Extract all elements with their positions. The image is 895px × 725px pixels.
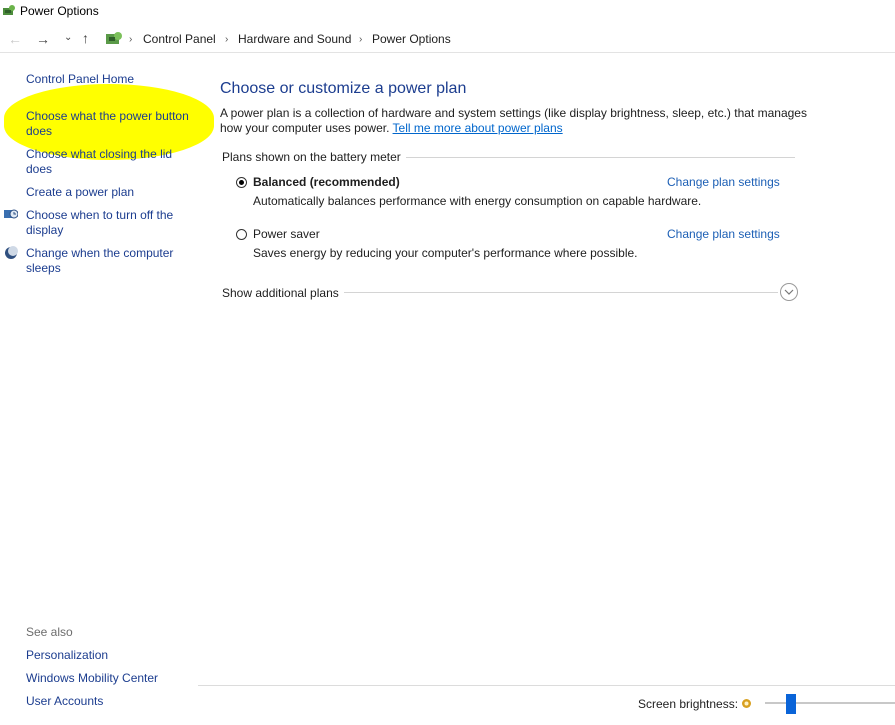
task-label-line2: does bbox=[26, 162, 53, 176]
control-panel-icon bbox=[106, 32, 122, 44]
screen-brightness-label: Screen brightness: bbox=[638, 697, 739, 711]
windows-mobility-center-link[interactable]: Windows Mobility Center bbox=[26, 671, 158, 686]
breadcrumb-power-options[interactable]: Power Options bbox=[372, 32, 451, 46]
balanced-change-plan-settings-link[interactable]: Change plan settings bbox=[667, 175, 780, 189]
battery-meter-group-header: Plans shown on the battery meter bbox=[222, 150, 401, 164]
title-bar: Power Options bbox=[0, 0, 895, 24]
user-accounts-link[interactable]: User Accounts bbox=[26, 694, 103, 709]
brightness-sun-icon bbox=[742, 699, 751, 708]
control-panel-home-link[interactable]: Control Panel Home bbox=[26, 72, 134, 87]
intro-paragraph: A power plan is a collection of hardware… bbox=[220, 106, 810, 136]
power-saver-plan-description: Saves energy by reducing your computer's… bbox=[253, 246, 638, 260]
task-label-line2: does bbox=[26, 124, 53, 138]
power-saver-plan-name[interactable]: Power saver bbox=[253, 227, 320, 241]
expand-additional-plans-button[interactable] bbox=[780, 283, 798, 301]
chevron-down-icon[interactable]: ⌄ bbox=[64, 32, 72, 43]
power-saver-radio[interactable] bbox=[236, 229, 247, 240]
power-saver-change-plan-settings-link[interactable]: Change plan settings bbox=[667, 227, 780, 241]
breadcrumb-separator: › bbox=[359, 34, 363, 45]
breadcrumb-separator: › bbox=[225, 34, 229, 45]
task-label-line1: Create a power plan bbox=[26, 185, 135, 199]
choose-closing-lid-link[interactable]: Choose what closing the lid does bbox=[26, 147, 172, 177]
change-computer-sleeps-link[interactable]: Change when the computer sleeps bbox=[26, 246, 173, 276]
balanced-radio[interactable] bbox=[236, 177, 247, 188]
task-label-line2: display bbox=[26, 223, 64, 237]
breadcrumb-control-panel[interactable]: Control Panel bbox=[143, 32, 216, 46]
turn-off-display-link[interactable]: Choose when to turn off the display bbox=[26, 208, 173, 238]
balanced-plan-name[interactable]: Balanced (recommended) bbox=[253, 175, 400, 189]
group-divider bbox=[406, 157, 795, 158]
task-label-line1: Choose what the power button bbox=[26, 109, 189, 123]
personalization-link[interactable]: Personalization bbox=[26, 648, 108, 663]
additional-plans-divider bbox=[344, 292, 778, 293]
task-label-line1: Choose when to turn off the bbox=[26, 208, 174, 222]
breadcrumb-hardware-and-sound[interactable]: Hardware and Sound bbox=[238, 32, 351, 46]
power-options-icon bbox=[3, 5, 15, 15]
window-title: Power Options bbox=[20, 4, 99, 18]
display-clock-icon bbox=[4, 209, 18, 219]
task-label-line2: sleeps bbox=[26, 261, 61, 275]
brightness-slider-thumb[interactable] bbox=[786, 694, 796, 714]
create-power-plan-link[interactable]: Create a power plan bbox=[26, 185, 134, 200]
chevron-down-icon bbox=[784, 289, 794, 295]
back-arrow-icon[interactable]: ← bbox=[8, 31, 22, 47]
brightness-slider-track[interactable] bbox=[765, 702, 895, 704]
footer-divider bbox=[198, 685, 895, 686]
page-title: Choose or customize a power plan bbox=[220, 80, 467, 97]
show-additional-plans-label[interactable]: Show additional plans bbox=[222, 286, 339, 300]
forward-arrow-icon[interactable]: → bbox=[36, 31, 50, 47]
task-label-line1: Choose what closing the lid bbox=[26, 147, 173, 161]
navigation-bar: ← → ⌄ ↑ › Control Panel › Hardware and S… bbox=[0, 26, 895, 53]
balanced-plan-description: Automatically balances performance with … bbox=[253, 194, 702, 208]
choose-power-button-link[interactable]: Choose what the power button does bbox=[26, 109, 189, 139]
breadcrumb-separator: › bbox=[129, 34, 133, 45]
moon-sleep-icon bbox=[5, 246, 18, 259]
see-also-header: See also bbox=[26, 625, 73, 639]
up-arrow-icon[interactable]: ↑ bbox=[82, 30, 89, 46]
tell-me-more-link[interactable]: Tell me more about power plans bbox=[393, 121, 563, 135]
task-label-line1: Change when the computer bbox=[26, 246, 174, 260]
